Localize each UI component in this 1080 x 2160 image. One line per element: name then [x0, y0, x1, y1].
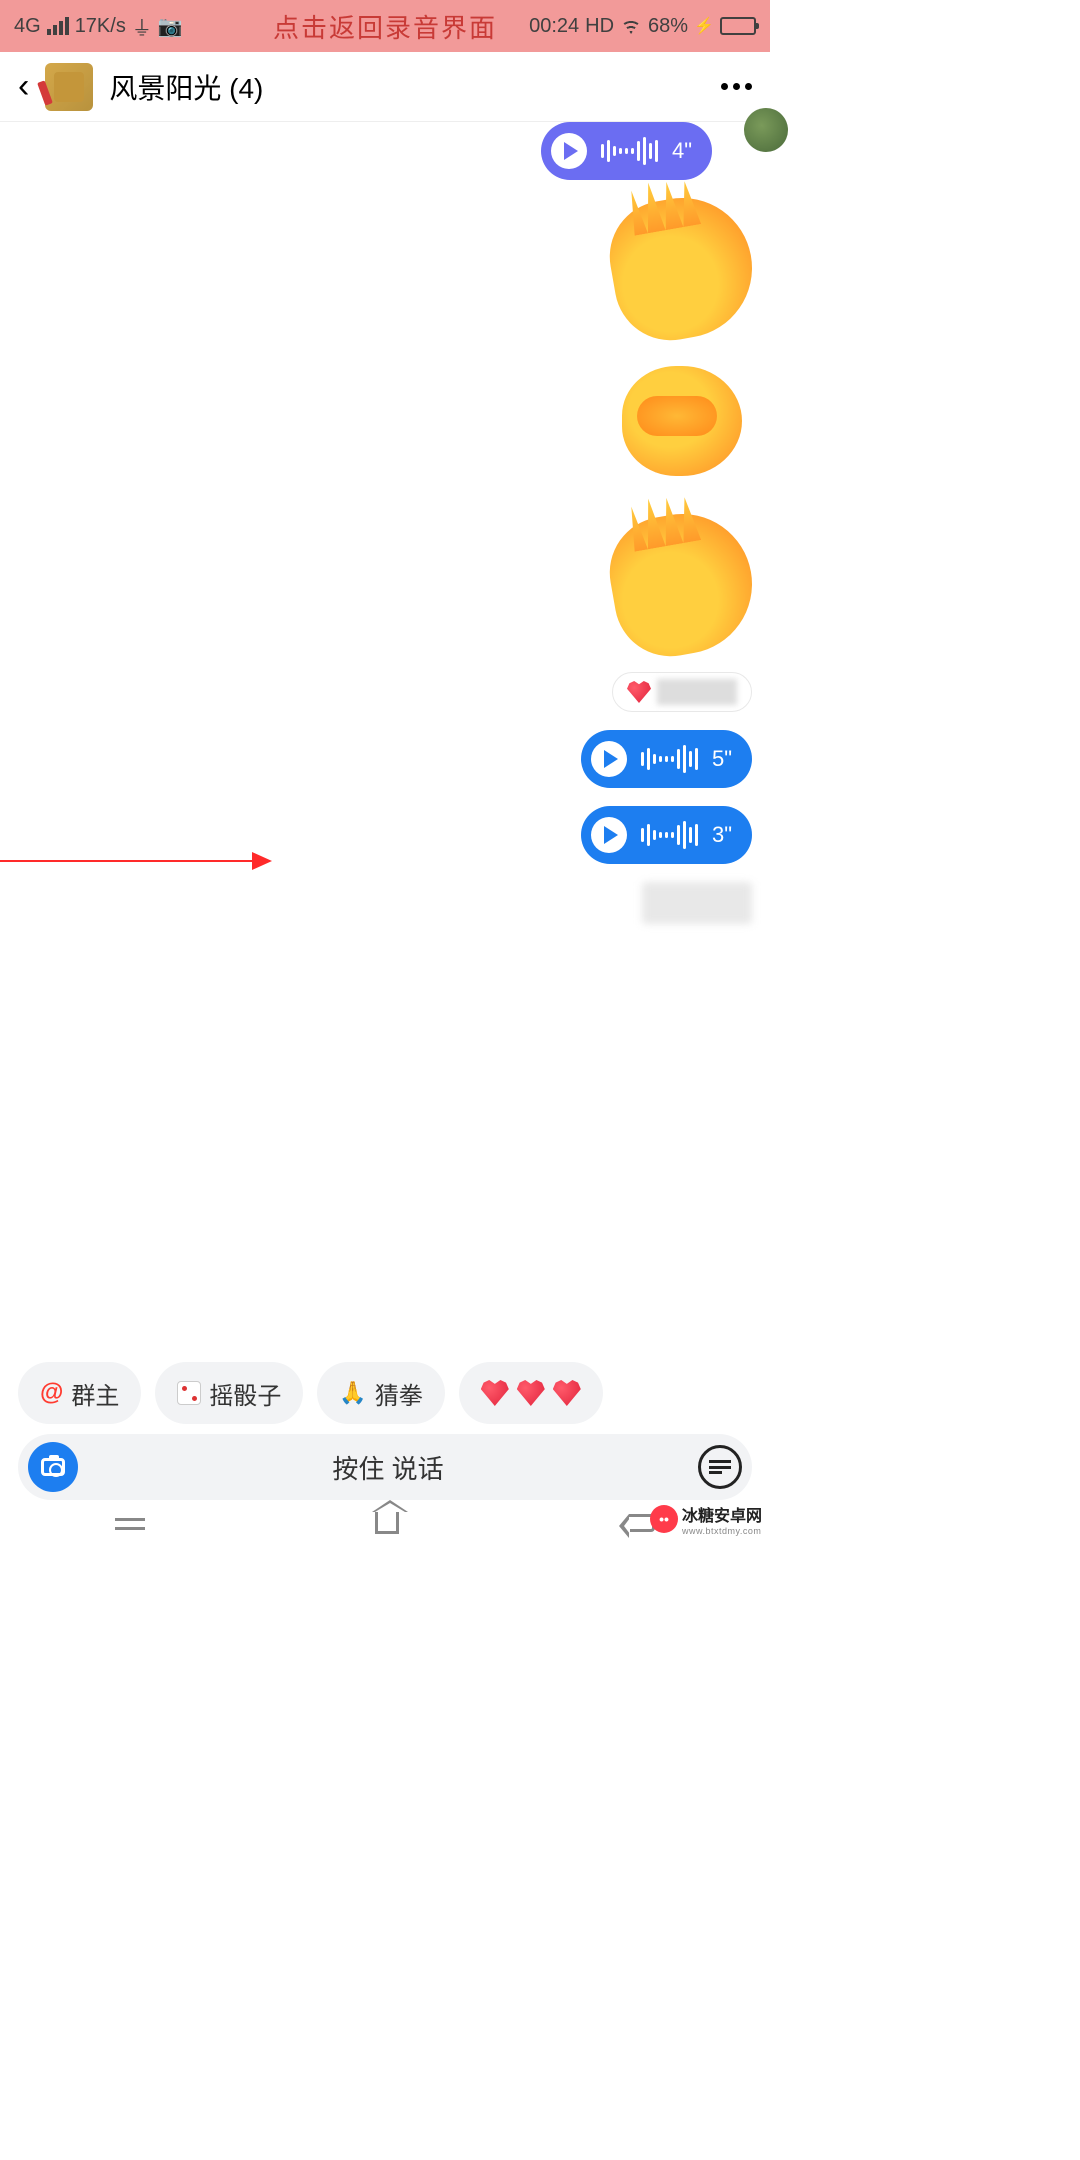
chat-title[interactable]: 风景阳光 (4) [109, 67, 705, 107]
play-icon[interactable] [551, 133, 587, 169]
waveform-icon [641, 745, 698, 773]
chat-header: ‹ 风景阳光 (4) [0, 52, 770, 122]
wifi-icon [620, 18, 642, 34]
watermark-icon: •• [650, 1505, 678, 1533]
more-icon[interactable] [721, 83, 752, 90]
input-bar: 按住 说话 [18, 1434, 752, 1500]
play-icon[interactable] [591, 817, 627, 853]
voice-message[interactable]: 5" [581, 730, 752, 788]
watermark: •• 冰糖安卓网 www.btxtdmy.com [650, 1502, 762, 1536]
voice-duration: 3" [712, 822, 732, 848]
charging-icon: ⚡ [694, 16, 714, 36]
sticker-hand-wave[interactable] [612, 514, 752, 654]
voice-message[interactable]: 3" [581, 806, 752, 864]
reaction-bubble[interactable] [612, 672, 752, 712]
rps-icon: 🙏 [339, 1380, 366, 1406]
usb-icon: ⏚ [132, 12, 152, 41]
voice-duration: 4" [672, 138, 692, 164]
waveform-icon [601, 137, 658, 165]
blurred-content [642, 882, 752, 924]
camera-button[interactable] [28, 1442, 78, 1492]
voice-duration: 5" [712, 746, 732, 772]
camera-icon [41, 1458, 65, 1476]
chip-mention-owner[interactable]: @ 群主 [18, 1362, 141, 1424]
heart-icon [553, 1380, 581, 1406]
hd-label: HD [585, 15, 614, 38]
status-bar: 4G 17K/s ⏚ 📷 00:24 HD 68% ⚡ [0, 0, 770, 52]
heart-icon [481, 1380, 509, 1406]
hold-to-talk[interactable]: 按住 说话 [92, 1449, 684, 1486]
sender-avatar[interactable] [744, 108, 788, 152]
battery-pct: 68% [648, 15, 688, 38]
play-icon[interactable] [591, 741, 627, 777]
waveform-icon [641, 821, 698, 849]
watermark-url: www.btxtdmy.com [682, 1526, 762, 1536]
sticker-hand-fist[interactable] [612, 356, 752, 496]
signal-icon [47, 17, 69, 35]
back-icon[interactable]: ‹ [18, 67, 29, 106]
heart-icon [627, 681, 651, 703]
chat-scroll[interactable]: 4" 5" 3" [0, 122, 770, 1350]
sticker-hand-wave[interactable] [612, 198, 752, 338]
watermark-text: 冰糖安卓网 [682, 1508, 762, 1525]
clock: 00:24 [529, 15, 579, 38]
battery-icon [720, 17, 756, 35]
chip-dice[interactable]: 摇骰子 [155, 1362, 303, 1424]
voice-message[interactable]: 4" [541, 122, 712, 180]
speed-label: 17K/s [75, 15, 126, 38]
nav-recents-icon[interactable] [115, 1516, 145, 1530]
chip-rock-paper-scissors[interactable]: 🙏 猜拳 [317, 1362, 444, 1424]
heart-icon [517, 1380, 545, 1406]
keyboard-button[interactable] [698, 1445, 742, 1489]
camera-status-icon: 📷 [158, 14, 183, 39]
at-icon: @ [40, 1379, 63, 1407]
suggestion-row: @ 群主 摇骰子 🙏 猜拳 [0, 1362, 770, 1424]
blurred-content [657, 679, 737, 705]
group-avatar[interactable] [45, 63, 93, 111]
annotation-arrow [0, 860, 270, 862]
keyboard-icon [709, 1460, 731, 1474]
nav-home-icon[interactable] [375, 1512, 399, 1534]
chip-hearts[interactable] [459, 1362, 603, 1424]
dice-icon [177, 1381, 201, 1405]
network-label: 4G [14, 15, 41, 38]
